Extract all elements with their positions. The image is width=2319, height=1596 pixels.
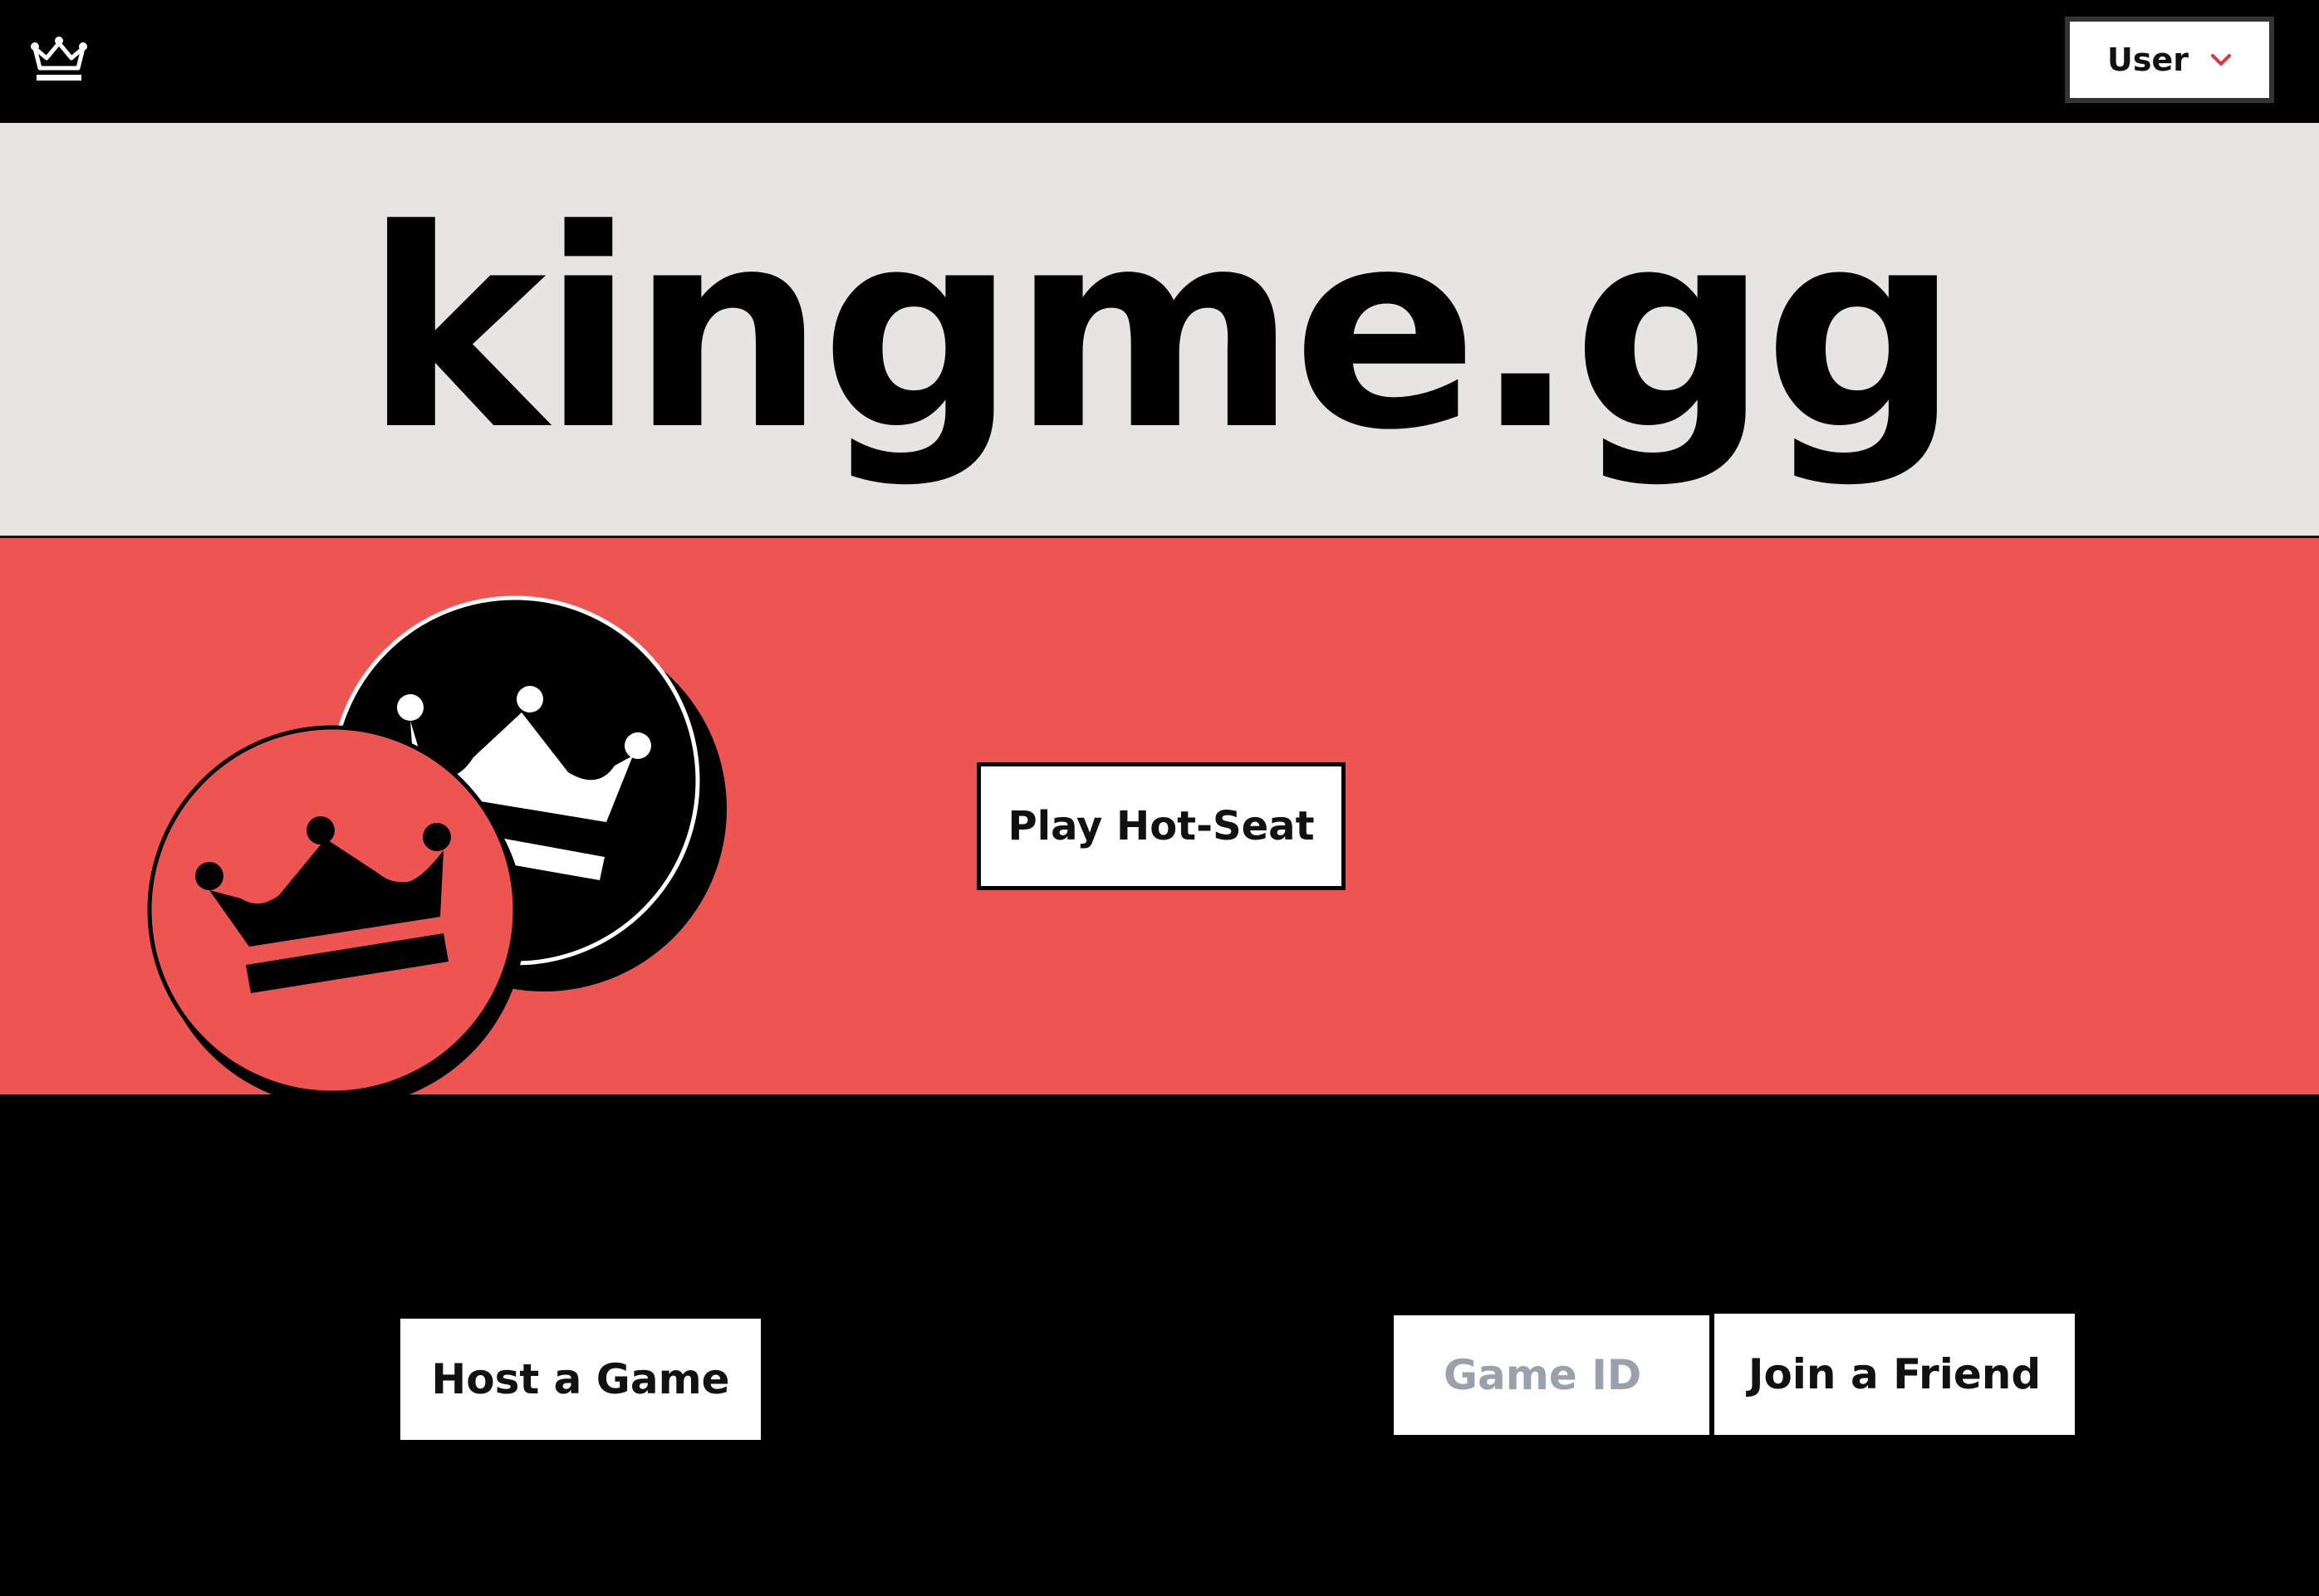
join-friend-button[interactable]: Join a Friend: [1714, 1314, 2075, 1435]
play-hotseat-button[interactable]: Play Hot-Seat: [977, 762, 1346, 890]
top-navbar: User: [0, 0, 2319, 123]
checker-pieces-illustration: [133, 581, 748, 1094]
host-game-button[interactable]: Host a Game: [400, 1319, 761, 1440]
home-page: User kingme.gg Play Hot-Seat Host a Game…: [0, 0, 2319, 1596]
user-menu-button[interactable]: User: [2062, 14, 2277, 105]
game-id-input[interactable]: [1394, 1315, 1709, 1435]
site-title: kingme.gg: [364, 171, 1954, 490]
chevron-down-icon: [2211, 54, 2231, 66]
crown-icon[interactable]: [30, 37, 88, 86]
user-menu-label: User: [2107, 42, 2189, 78]
site-wordmark: kingme.gg: [364, 171, 1959, 490]
